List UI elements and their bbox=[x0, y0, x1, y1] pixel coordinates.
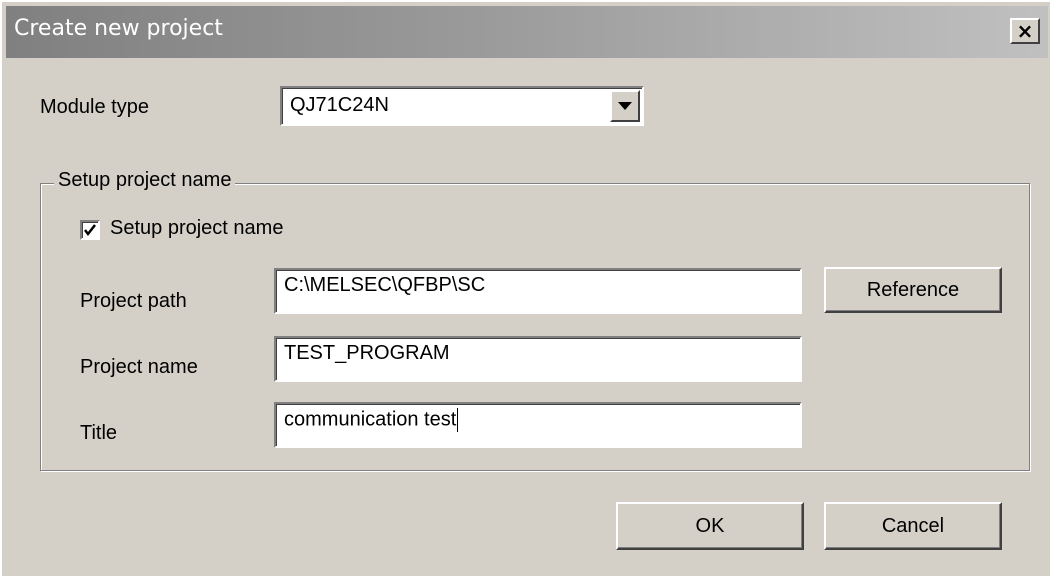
close-button[interactable]: × bbox=[1010, 18, 1040, 44]
title-label: Title bbox=[80, 422, 118, 444]
module-type-label: Module type bbox=[40, 96, 149, 118]
title-value: communication test bbox=[284, 408, 457, 431]
project-name-label: Project name bbox=[80, 356, 198, 378]
chevron-down-icon bbox=[618, 102, 632, 110]
cancel-button-label: Cancel bbox=[881, 514, 945, 537]
reference-button[interactable]: Reference bbox=[824, 267, 1002, 313]
cancel-button[interactable]: Cancel bbox=[824, 502, 1002, 550]
create-project-dialog: Create new project × Module type QJ71C24… bbox=[0, 0, 1050, 576]
project-path-value: C:\MELSEC\QFBP\SC bbox=[284, 274, 486, 296]
project-path-label: Project path bbox=[80, 290, 187, 312]
module-type-value: QJ71C24N bbox=[290, 94, 389, 116]
project-path-input[interactable]: C:\MELSEC\QFBP\SC bbox=[274, 268, 802, 314]
module-type-select[interactable]: QJ71C24N bbox=[280, 86, 644, 126]
ok-button-label: OK bbox=[695, 514, 725, 537]
window-title: Create new project bbox=[14, 16, 223, 41]
setup-project-name-checkbox[interactable] bbox=[80, 220, 100, 240]
title-bar[interactable]: Create new project × bbox=[6, 6, 1048, 58]
title-input[interactable]: communication test bbox=[274, 402, 802, 448]
groupbox-legend: Setup project name bbox=[54, 169, 236, 192]
setup-project-name-checkbox-label[interactable]: Setup project name bbox=[110, 217, 283, 240]
reference-button-label: Reference bbox=[866, 278, 960, 301]
ok-button[interactable]: OK bbox=[616, 502, 804, 550]
dropdown-button[interactable] bbox=[610, 90, 640, 122]
project-name-input[interactable]: TEST_PROGRAM bbox=[274, 336, 802, 382]
text-cursor bbox=[457, 408, 459, 432]
checkmark-icon bbox=[84, 224, 96, 237]
close-x-icon: × bbox=[1016, 19, 1034, 43]
project-name-value: TEST_PROGRAM bbox=[284, 342, 450, 364]
